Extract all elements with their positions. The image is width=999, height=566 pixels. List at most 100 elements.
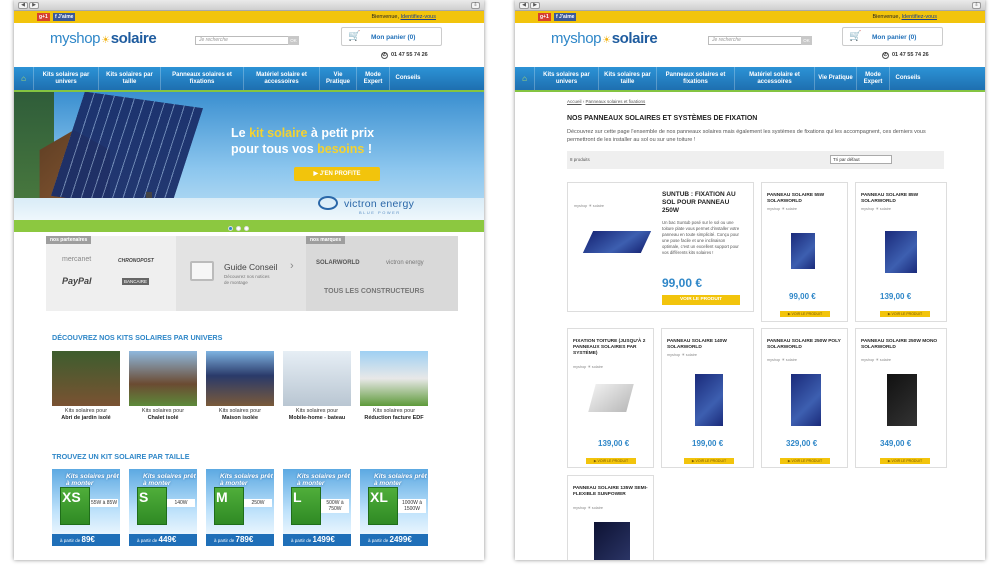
facebook-like-button[interactable]: f J'aime bbox=[53, 13, 76, 21]
taille-price-bar: à partir de 89€ bbox=[52, 534, 120, 546]
chronopost-logo: CHRONOPOST bbox=[118, 258, 154, 264]
taille-card[interactable]: Kits solaires prêt à monter S 140W à partir… bbox=[129, 469, 197, 546]
univers-card[interactable]: Kits solaires pour Abri de jardin isolé bbox=[52, 351, 120, 421]
gplus-button[interactable]: g+1 bbox=[538, 13, 551, 21]
back-button[interactable]: ◀ bbox=[519, 2, 529, 9]
welcome-label: Bienvenue, bbox=[872, 14, 902, 20]
menu-item-panneaux[interactable]: Panneaux solaires et fixations bbox=[161, 67, 244, 90]
search-input[interactable]: Je recherche bbox=[708, 36, 805, 45]
product-image bbox=[588, 384, 634, 412]
carousel-dot[interactable] bbox=[244, 226, 249, 231]
product-card[interactable]: PANNEAU SOLAIRE 55W SOLARWORLD myshop ☀ … bbox=[761, 182, 848, 322]
univers-label: Kits solaires pour bbox=[372, 408, 416, 414]
taille-card[interactable]: Kits solaires prêt à monter M 250W à partir… bbox=[206, 469, 274, 546]
product-card[interactable]: PANNEAU SOLAIRE 85W SOLARWORLD myshop ☀ … bbox=[855, 182, 947, 322]
phone-text: 01 47 55 74 26 bbox=[391, 52, 428, 58]
search-button[interactable]: OK bbox=[801, 36, 812, 45]
product-card[interactable]: PANNEAU SOLAIRE 135W SEMI-FLEXIBLE SUNPO… bbox=[567, 475, 654, 560]
view-product-button[interactable]: ▶ VOIR LE PRODUIT bbox=[780, 458, 830, 464]
forward-button[interactable]: ▶ bbox=[530, 2, 540, 9]
univers-name: Chalet isolé bbox=[147, 415, 179, 421]
product-price: 139,00 € bbox=[598, 439, 630, 448]
featured-product-card[interactable]: myshop ☀ solaire SUNTUB : FIXATION AU SO… bbox=[567, 182, 754, 312]
breadcrumb-home[interactable]: Accueil bbox=[567, 99, 582, 104]
facebook-like-button[interactable]: f J'aime bbox=[554, 13, 577, 21]
product-card[interactable]: FIXATION TOITURE (JUSQU'À 2 PANNEAUX SOL… bbox=[567, 328, 654, 468]
carousel-dot[interactable] bbox=[228, 226, 233, 231]
cart-icon: 🛒 bbox=[348, 31, 361, 42]
main-menu: ⌂ Kits solaires par univers Kits solaire… bbox=[515, 67, 985, 90]
login-link[interactable]: Identifiez-vous bbox=[902, 14, 937, 20]
product-name: PANNEAU SOLAIRE 55W SOLARWORLD bbox=[767, 193, 825, 204]
back-button[interactable]: ◀ bbox=[18, 2, 28, 9]
menu-item-conseils[interactable]: Conseils bbox=[390, 67, 426, 90]
taille-card[interactable]: Kits solaires prêt à monter XS 55W à 85W à … bbox=[52, 469, 120, 546]
univers-card[interactable]: Kits solaires pour Réduction facture EDF bbox=[360, 351, 428, 421]
login-link[interactable]: Identifiez-vous bbox=[401, 14, 436, 20]
view-product-button[interactable]: ▶ VOIR LE PRODUIT bbox=[880, 458, 930, 464]
product-image bbox=[885, 231, 917, 273]
brand-small-logo: myshop ☀ solaire bbox=[767, 207, 797, 211]
univers-card[interactable]: Kits solaires pour Chalet isolé bbox=[129, 351, 197, 421]
univers-card[interactable]: Kits solaires pour Maison isolée bbox=[206, 351, 274, 421]
taille-card[interactable]: Kits solaires prêt à monter L 500W à 750W à… bbox=[283, 469, 351, 546]
menu-divider bbox=[515, 90, 985, 92]
view-product-button[interactable]: ▶ VOIR LE PRODUIT bbox=[586, 458, 636, 464]
menu-item-vie-pratique[interactable]: Vie Pratique bbox=[320, 67, 357, 90]
brands-box[interactable]: nos marques SOLARWORLD victron energy TO… bbox=[306, 236, 458, 311]
taille-title: TROUVEZ UN KIT SOLAIRE PAR TAILLE bbox=[52, 452, 190, 461]
cart-button[interactable]: 🛒 Mon panier (0) bbox=[842, 27, 943, 46]
menu-item-taille[interactable]: Kits solaires par taille bbox=[99, 67, 161, 90]
menu-item-materiel[interactable]: Matériel solaire et accessoires bbox=[735, 67, 815, 90]
breadcrumb-current[interactable]: Panneaux solaires et fixations bbox=[586, 99, 646, 104]
cart-label: Mon panier (0) bbox=[371, 34, 416, 41]
menu-item-materiel[interactable]: Matériel solaire et accessoires bbox=[244, 67, 320, 90]
carousel-dot[interactable] bbox=[236, 226, 241, 231]
home-icon[interactable]: ⌂ bbox=[515, 67, 535, 90]
download-icon[interactable]: ⇩ bbox=[972, 2, 981, 9]
menu-item-taille[interactable]: Kits solaires par taille bbox=[599, 67, 657, 90]
menu-item-conseils[interactable]: Conseils bbox=[890, 67, 926, 90]
hero-cta-button[interactable]: ▶ J'EN PROFITE bbox=[294, 167, 380, 181]
search-button[interactable]: OK bbox=[288, 36, 299, 45]
site-logo[interactable]: myshop☀solaire bbox=[551, 30, 658, 49]
mercanet-logo: mercanet bbox=[62, 256, 92, 263]
hero-banner[interactable]: Le kit solaire à petit prix pour tous vo… bbox=[14, 92, 484, 232]
search-input[interactable]: Je recherche bbox=[195, 36, 292, 45]
menu-item-vie-pratique[interactable]: Vie Pratique bbox=[815, 67, 857, 90]
menu-item-mode-expert[interactable]: Mode Expert bbox=[857, 67, 890, 90]
forward-button[interactable]: ▶ bbox=[29, 2, 39, 9]
view-product-button[interactable]: ▶ VOIR LE PRODUIT bbox=[880, 311, 930, 317]
taille-size: M bbox=[216, 489, 228, 505]
guide-conseil-box[interactable]: Guide Conseil Découvrez nos notices de m… bbox=[176, 236, 306, 311]
view-product-button[interactable]: VOIR LE PRODUIT bbox=[662, 295, 740, 305]
menu-item-univers[interactable]: Kits solaires par univers bbox=[535, 67, 599, 90]
hero-highlight: besoins bbox=[317, 142, 365, 156]
univers-card[interactable]: Kits solaires pour Mobile-home - bateau bbox=[283, 351, 351, 421]
browser-window-home: ◀ ▶ ⇩ g+1 f J'aime Bienvenue, Identifiez-… bbox=[14, 0, 484, 560]
product-card[interactable]: PANNEAU SOLAIRE 140W SOLARWORLD myshop ☀… bbox=[661, 328, 754, 468]
site-logo[interactable]: myshop☀solaire bbox=[50, 30, 157, 49]
taille-price: 89€ bbox=[81, 535, 95, 544]
home-icon[interactable]: ⌂ bbox=[14, 67, 34, 90]
menu-item-univers[interactable]: Kits solaires par univers bbox=[34, 67, 99, 90]
all-brands-link[interactable]: TOUS LES CONSTRUCTEURS bbox=[324, 288, 424, 295]
product-card[interactable]: PANNEAU SOLAIRE 250W POLY SOLARWORLD mys… bbox=[761, 328, 848, 468]
cart-button[interactable]: 🛒 Mon panier (0) bbox=[341, 27, 442, 46]
chevron-right-icon: › bbox=[290, 260, 294, 272]
sort-select[interactable]: Tri par défaut bbox=[830, 155, 892, 164]
view-product-button[interactable]: ▶ VOIR LE PRODUIT bbox=[780, 311, 830, 317]
taille-price-bar: à partir de 449€ bbox=[129, 534, 197, 546]
hero-text: pour tous vos bbox=[231, 142, 318, 156]
view-product-button[interactable]: ▶ VOIR LE PRODUIT bbox=[684, 458, 734, 464]
partners-label: nos partenaires bbox=[46, 236, 92, 244]
product-image bbox=[582, 231, 652, 253]
taille-card[interactable]: Kits solaires prêt à monter XL 1000W à 150… bbox=[360, 469, 428, 546]
menu-item-panneaux[interactable]: Panneaux solaires et fixations bbox=[657, 67, 735, 90]
menu-item-mode-expert[interactable]: Mode Expert bbox=[357, 67, 390, 90]
download-icon[interactable]: ⇩ bbox=[471, 2, 480, 9]
cart-icon: 🛒 bbox=[849, 31, 862, 42]
gplus-button[interactable]: g+1 bbox=[37, 13, 50, 21]
product-card[interactable]: PANNEAU SOLAIRE 250W MONO SOLARWORLD mys… bbox=[855, 328, 947, 468]
hero-brand-sub: BLUE POWER bbox=[359, 210, 401, 215]
